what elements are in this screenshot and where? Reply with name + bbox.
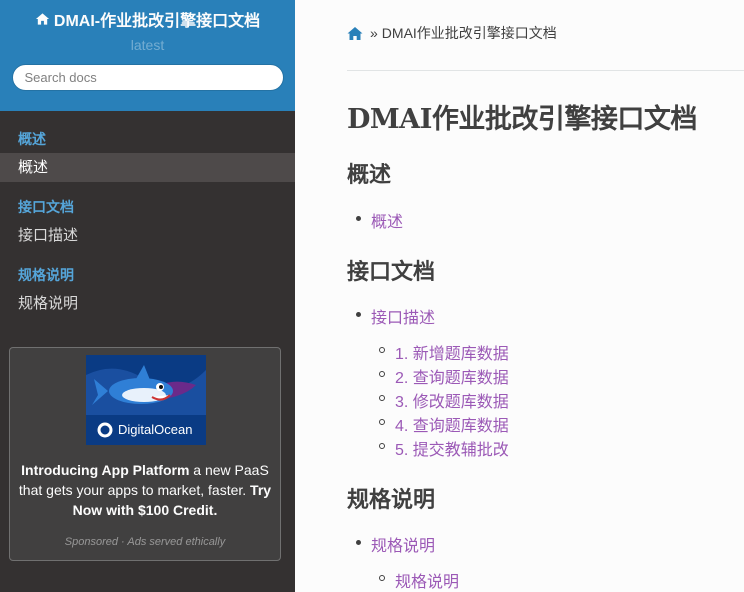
toc-sublink-2[interactable]: 2. 查询题库数据 <box>395 364 509 388</box>
sidebar-header: DMAI-作业批改引擎接口文档 latest <box>0 0 295 111</box>
header-divider <box>347 70 744 71</box>
search-input[interactable] <box>11 64 284 91</box>
breadcrumb: » DMAI作业批改引擎接口文档 <box>347 23 557 43</box>
toc-sublink-3[interactable]: 3. 修改题库数据 <box>395 388 509 412</box>
sublist-bullet <box>379 347 385 353</box>
project-home-link[interactable]: DMAI-作业批改引擎接口文档 <box>0 8 295 30</box>
sublist-bullet <box>379 371 385 377</box>
list-bullet <box>356 216 361 221</box>
list-bullet <box>356 312 361 317</box>
ad-text: Introducing App Platform a new PaaS that… <box>10 460 280 520</box>
toc-link-overview[interactable]: 概述 <box>371 208 403 232</box>
page-title: DMAI作业批改引擎接口文档 <box>347 104 697 135</box>
sidebar: DMAI-作业批改引擎接口文档 latest 概述 概述 接口文档 接口描述 规… <box>0 0 295 592</box>
nav-group-overview: 概述 概述 <box>0 129 295 182</box>
ad-footer[interactable]: Sponsored · Ads served ethically <box>10 536 280 548</box>
toc-sublink-1[interactable]: 1. 新增题库数据 <box>395 340 509 364</box>
breadcrumb-current: DMAI作业批改引擎接口文档 <box>381 25 557 41</box>
sidebar-item-api-description[interactable]: 接口描述 <box>0 221 295 250</box>
home-icon <box>35 13 49 25</box>
nav-group-spec: 规格说明 规格说明 <box>0 265 295 318</box>
breadcrumb-separator: » <box>370 25 378 41</box>
nav-caption-api-docs: 接口文档 <box>18 199 74 215</box>
ad-brand-name: DigitalOcean <box>118 422 193 437</box>
nav-caption-overview: 概述 <box>18 131 46 147</box>
toc-sublink-4[interactable]: 4. 查询题库数据 <box>395 412 509 436</box>
section-heading-overview: 概述 <box>347 162 392 188</box>
section-heading-spec: 规格说明 <box>347 487 436 513</box>
section-heading-api-docs: 接口文档 <box>347 259 436 285</box>
main-content: » DMAI作业批改引擎接口文档 DMAI作业批改引擎接口文档 概述 概述 接口… <box>347 0 744 592</box>
search-form <box>0 54 295 91</box>
toc-sublink-spec[interactable]: 规格说明 <box>395 568 459 592</box>
nav-group-api-docs: 接口文档 接口描述 <box>0 197 295 250</box>
toc-link-api-description[interactable]: 接口描述 <box>371 304 435 328</box>
sidebar-item-overview[interactable]: 概述 <box>0 153 295 182</box>
sublist-bullet <box>379 443 385 449</box>
ad-image-link[interactable]: DigitalOcean <box>86 355 206 445</box>
sublist-bullet <box>379 419 385 425</box>
sidebar-item-spec[interactable]: 规格说明 <box>0 289 295 318</box>
sublist-bullet <box>379 575 385 581</box>
list-bullet <box>356 540 361 545</box>
project-title: DMAI-作业批改引擎接口文档 <box>53 13 261 30</box>
sublist-bullet <box>379 395 385 401</box>
sidebar-nav: 概述 概述 接口文档 接口描述 规格说明 规格说明 <box>0 111 295 318</box>
home-icon[interactable] <box>347 26 363 41</box>
version-label: latest <box>130 37 165 53</box>
sponsor-ad: DigitalOcean Introducing App Platform a … <box>9 347 281 561</box>
ad-headline: Introducing App Platform <box>21 462 190 478</box>
toc-link-spec[interactable]: 规格说明 <box>371 532 435 556</box>
nav-caption-spec: 规格说明 <box>18 267 74 283</box>
toc-sublink-5[interactable]: 5. 提交教辅批改 <box>395 436 509 460</box>
